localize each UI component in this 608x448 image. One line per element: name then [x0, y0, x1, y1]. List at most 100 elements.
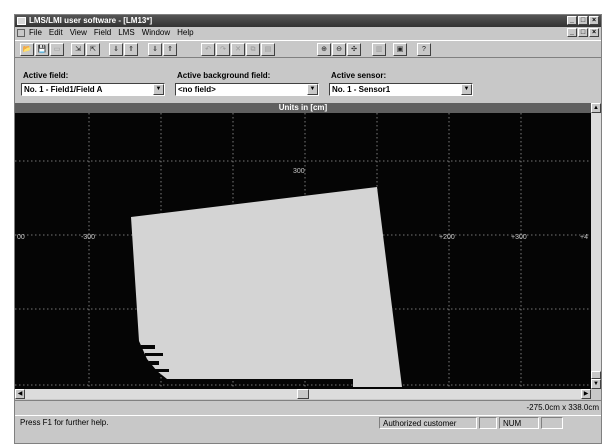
active-background-label: Active background field: [177, 71, 271, 80]
zoom-fit-icon: ✣ [351, 46, 357, 53]
sensor-read-icon: ⇓ [113, 46, 119, 53]
title-bar[interactable]: LMS/LMI user software - [LM13*] _ □ × [15, 15, 601, 27]
redo-button[interactable]: ↷ [216, 43, 230, 56]
app-icon[interactable] [17, 17, 26, 25]
copy-icon: ⧉ [250, 46, 256, 53]
paste-icon: ▤ [264, 46, 272, 53]
undo-button[interactable]: ↶ [201, 43, 215, 56]
active-field-value: No. 1 - Field1/Field A [24, 85, 103, 94]
noise-strip [141, 345, 155, 349]
status-empty-panel [541, 417, 563, 429]
chevron-down-icon[interactable]: ▼ [307, 84, 318, 95]
menu-bar: File Edit View Field LMS Window Help _ □… [15, 27, 601, 39]
monitor-icon: ▣ [396, 46, 404, 53]
teach-icon: ▥ [375, 46, 383, 53]
monitor-button[interactable]: ▣ [393, 43, 407, 56]
horizontal-scrollbar[interactable]: ◀ ▶ [15, 389, 591, 399]
teach-button[interactable]: ▥ [372, 43, 386, 56]
x-tick-label: -300 [81, 234, 95, 241]
context-help-button[interactable]: ? [417, 43, 431, 56]
field-write-icon: ⇑ [167, 46, 173, 53]
user-status: Authorized customer [379, 417, 477, 429]
redo-icon: ↷ [220, 46, 226, 53]
field-import-button[interactable]: ⇲ [71, 43, 85, 56]
active-sensor-select[interactable]: No. 1 - Sensor1 ▼ [329, 83, 473, 96]
cut-icon: ✕ [235, 46, 241, 53]
horizontal-scroll-thumb[interactable] [297, 389, 309, 399]
copy-button[interactable]: ⧉ [246, 43, 260, 56]
scroll-left-button[interactable]: ◀ [15, 389, 25, 399]
menu-field[interactable]: Field [94, 27, 111, 39]
scroll-corner [591, 389, 601, 399]
toolbar: 📂 💾 ▭ ⇲ ⇱ ⇓ ⇑ ⇓ ⇑ ↶ ↷ ✕ ⧉ ▤ ⊕ ⊖ ✣ ▥ ▣ ? [15, 40, 601, 58]
sensor-read-button[interactable]: ⇓ [109, 43, 123, 56]
x-tick-label: 00 [17, 234, 25, 241]
scroll-up-button[interactable]: ▲ [591, 103, 601, 113]
minimize-button[interactable]: _ [567, 16, 577, 25]
status-bar: Press F1 for further help. Authorized cu… [15, 415, 601, 429]
field-read-icon: ⇓ [152, 46, 158, 53]
print-button[interactable]: ▭ [50, 43, 64, 56]
noise-strip [145, 353, 163, 356]
zoom-in-icon: ⊕ [321, 46, 327, 53]
field-export-button[interactable]: ⇱ [86, 43, 100, 56]
active-sensor-value: No. 1 - Sensor1 [332, 85, 391, 94]
chevron-down-icon[interactable]: ▼ [153, 84, 164, 95]
menu-file[interactable]: File [29, 27, 42, 39]
vertical-scroll-thumb[interactable] [591, 371, 601, 379]
menu-edit[interactable]: Edit [49, 27, 63, 39]
window-title: LMS/LMI user software - [LM13*] [29, 16, 153, 25]
zoom-out-button[interactable]: ⊖ [332, 43, 346, 56]
x-tick-label: +300 [511, 234, 527, 241]
cursor-coordinates: -275.0cm x 338.0cm [526, 403, 599, 412]
doc-close-button[interactable]: × [589, 28, 599, 37]
scroll-right-button[interactable]: ▶ [581, 389, 591, 399]
sensor-write-icon: ⇑ [128, 46, 134, 53]
doc-maximize-button[interactable]: □ [578, 28, 588, 37]
menu-window[interactable]: Window [142, 27, 170, 39]
chevron-down-icon[interactable]: ▼ [461, 84, 472, 95]
field-canvas[interactable]: 00 -300 +200 +300 +4 300 [15, 113, 591, 389]
coordinate-bar: -275.0cm x 338.0cm [15, 400, 601, 414]
save-button[interactable]: 💾 [35, 43, 49, 56]
active-field-label: Active field: [23, 71, 69, 80]
zoom-out-icon: ⊖ [336, 46, 342, 53]
paste-button[interactable]: ▤ [261, 43, 275, 56]
print-icon: ▭ [53, 46, 61, 53]
open-button[interactable]: 📂 [20, 43, 34, 56]
menu-view[interactable]: View [70, 27, 87, 39]
document-icon[interactable] [17, 29, 25, 37]
plot-units-header: Units in [cm] [15, 103, 591, 113]
undo-icon: ↶ [205, 46, 211, 53]
zoom-fit-button[interactable]: ✣ [347, 43, 361, 56]
maximize-button[interactable]: □ [578, 16, 588, 25]
active-background-select[interactable]: <no field> ▼ [175, 83, 319, 96]
context-help-icon: ? [422, 46, 426, 53]
sensor-write-button[interactable]: ⇑ [124, 43, 138, 56]
zoom-in-button[interactable]: ⊕ [317, 43, 331, 56]
status-empty-panel [479, 417, 497, 429]
num-lock-indicator: NUM [499, 417, 539, 429]
y-tick-label: 300 [293, 168, 305, 175]
open-icon: 📂 [22, 46, 32, 53]
menu-lms[interactable]: LMS [118, 27, 134, 39]
doc-minimize-button[interactable]: _ [567, 28, 577, 37]
noise-strip [155, 369, 169, 372]
x-tick-label: +4 [580, 234, 588, 241]
active-sensor-label: Active sensor: [331, 71, 387, 80]
protective-field-shape[interactable] [131, 187, 402, 387]
field-write-button[interactable]: ⇑ [163, 43, 177, 56]
noise-strip [149, 361, 159, 365]
field-plot[interactable]: 00 -300 +200 +300 +4 300 [15, 113, 591, 389]
field-read-button[interactable]: ⇓ [148, 43, 162, 56]
save-icon: 💾 [37, 46, 47, 53]
field-import-icon: ⇲ [75, 46, 81, 53]
vertical-scrollbar[interactable]: ▲ ▼ [591, 103, 601, 389]
active-field-select[interactable]: No. 1 - Field1/Field A ▼ [21, 83, 165, 96]
cut-button[interactable]: ✕ [231, 43, 245, 56]
scroll-down-button[interactable]: ▼ [591, 379, 601, 389]
close-button[interactable]: × [589, 16, 599, 25]
field-selection-bar: Active field: No. 1 - Field1/Field A ▼ A… [15, 59, 601, 101]
active-background-value: <no field> [178, 85, 216, 94]
menu-help[interactable]: Help [177, 27, 193, 39]
